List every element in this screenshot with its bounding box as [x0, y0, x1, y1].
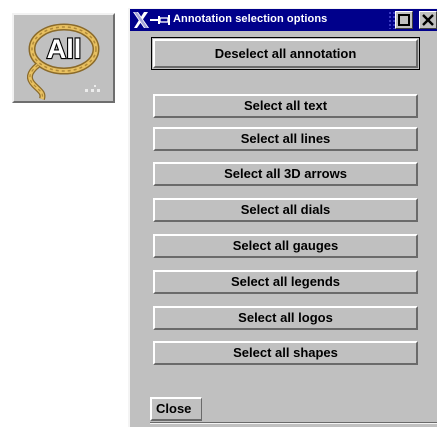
maximize-icon [398, 14, 410, 26]
select-all-tool-button[interactable]: All [12, 13, 115, 103]
select-all-legends-button[interactable]: Select all legends [153, 270, 418, 294]
close-window-button[interactable] [419, 11, 437, 29]
select-all-gauges-button[interactable]: Select all gauges [153, 234, 418, 258]
annotation-selection-window: Annotation selection options Deselect al… [128, 8, 437, 427]
pin-icon[interactable] [149, 12, 171, 28]
bottom-separator [150, 422, 437, 424]
select-all-logos-button[interactable]: Select all logos [153, 306, 418, 330]
tool-icon-label: All [47, 34, 82, 64]
default-button-frame: Deselect all annotation [151, 37, 420, 70]
close-button[interactable]: Close [150, 397, 202, 421]
window-title: Annotation selection options [173, 13, 328, 25]
lasso-all-icon: All [26, 23, 100, 100]
deselect-all-annotation-button[interactable]: Deselect all annotation [153, 39, 418, 68]
select-all-3d-arrows-button[interactable]: Select all 3D arrows [153, 162, 418, 186]
select-all-shapes-button[interactable]: Select all shapes [153, 341, 418, 365]
select-all-lines-button[interactable]: Select all lines [153, 127, 418, 151]
title-bar[interactable]: Annotation selection options [130, 9, 437, 31]
maximize-button[interactable] [395, 11, 413, 29]
select-all-dials-button[interactable]: Select all dials [153, 198, 418, 222]
close-icon [422, 14, 434, 26]
select-all-text-button[interactable]: Select all text [153, 94, 418, 118]
x-logo-icon[interactable] [132, 10, 150, 30]
